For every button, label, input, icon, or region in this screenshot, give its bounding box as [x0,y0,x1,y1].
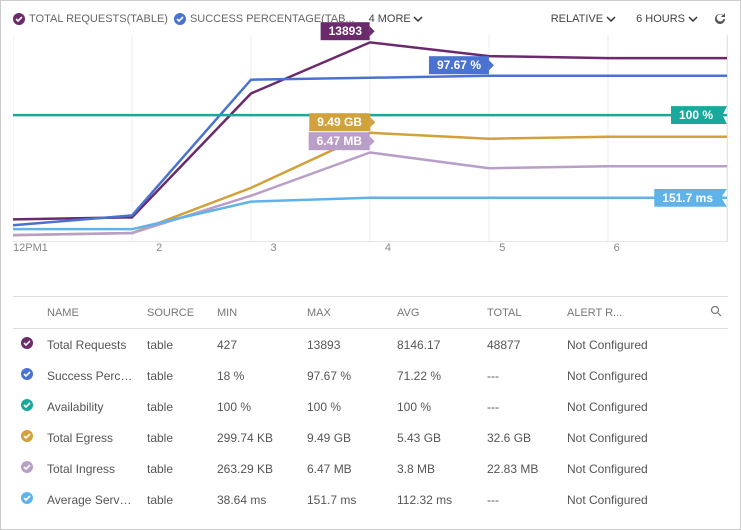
th-total[interactable]: TOTAL [481,297,561,329]
chart-callout: 13893 [321,23,370,41]
cell-source: table [141,422,211,453]
cell-avg: 112.32 ms [391,484,481,515]
cell-alert: Not Configured [561,360,728,391]
cell-name: Average Server... [41,484,141,515]
th-alert[interactable]: ALERT R... [561,297,704,329]
cell-name: Total Egress [41,422,141,453]
chart-callout: 151.7 ms [654,189,727,207]
th-min[interactable]: MIN [211,297,301,329]
timerange-dropdown[interactable]: 6 HOURS [636,13,698,25]
x-tick: 5 [499,242,613,260]
cell-total: --- [481,360,561,391]
cell-total: --- [481,484,561,515]
check-icon [13,13,25,25]
cell-name: Total Requests [41,329,141,361]
cell-avg: 71.22 % [391,360,481,391]
cell-source: table [141,453,211,484]
cell-max: 100 % [301,391,391,422]
cell-max: 6.47 MB [301,453,391,484]
x-tick: 2 [156,242,270,260]
cell-avg: 5.43 GB [391,422,481,453]
legend-label: TOTAL REQUESTS(TABLE) [29,13,168,25]
table-row[interactable]: Availabilitytable100 %100 %100 %---Not C… [13,391,728,422]
cell-min: 100 % [211,391,301,422]
cell-alert: Not Configured [561,484,728,515]
chevron-down-icon [688,14,698,24]
legend-more-label: 4 MORE [369,13,411,25]
cell-total: 22.83 MB [481,453,561,484]
cell-max: 151.7 ms [301,484,391,515]
check-icon [174,13,186,25]
table-row[interactable]: Total Requeststable427138938146.1748877N… [13,329,728,361]
chevron-down-icon [413,14,423,24]
check-icon [21,368,33,380]
x-tick: 12PM [13,242,42,260]
th-source[interactable]: SOURCE [141,297,211,329]
cell-name: Availability [41,391,141,422]
search-button[interactable] [704,297,728,329]
table-row[interactable]: Average Server...table38.64 ms151.7 ms11… [13,484,728,515]
check-icon [21,430,33,442]
timerange-label: 6 HOURS [636,13,685,25]
x-tick: 4 [385,242,499,260]
metrics-table: NAME SOURCE MIN MAX AVG TOTAL ALERT R...… [13,296,728,515]
cell-max: 97.67 % [301,360,391,391]
th-avg[interactable]: AVG [391,297,481,329]
chevron-down-icon [606,14,616,24]
chart-callout: 9.49 GB [309,113,370,131]
check-icon [21,461,33,473]
cell-alert: Not Configured [561,391,728,422]
cell-source: table [141,484,211,515]
cell-min: 263.29 KB [211,453,301,484]
chart-callout: 6.47 MB [309,133,370,151]
cell-alert: Not Configured [561,422,728,453]
cell-total: 32.6 GB [481,422,561,453]
cell-alert: Not Configured [561,329,728,361]
cell-avg: 3.8 MB [391,453,481,484]
cell-name: Total Ingress [41,453,141,484]
table-row[interactable]: Total Ingresstable263.29 KB6.47 MB3.8 MB… [13,453,728,484]
cell-min: 427 [211,329,301,361]
refresh-icon[interactable] [712,11,728,27]
cell-source: table [141,360,211,391]
cell-source: table [141,329,211,361]
cell-total: 48877 [481,329,561,361]
cell-alert: Not Configured [561,453,728,484]
cell-avg: 8146.17 [391,329,481,361]
table-row[interactable]: Success Perce...table18 %97.67 %71.22 %-… [13,360,728,391]
cell-total: --- [481,391,561,422]
metrics-chart[interactable]: 1389397.67 %100 %9.49 GB6.47 MB151.7 ms … [13,35,728,260]
cell-avg: 100 % [391,391,481,422]
x-axis: 12PM123456 [13,242,728,260]
cell-name: Success Perce... [41,360,141,391]
chart-plot-area: 1389397.67 %100 %9.49 GB6.47 MB151.7 ms [13,35,728,242]
check-icon [21,492,33,504]
relative-label: RELATIVE [551,13,603,25]
cell-min: 18 % [211,360,301,391]
check-icon [21,399,33,411]
cell-max: 13893 [301,329,391,361]
x-tick: 3 [271,242,385,260]
table-header-row: NAME SOURCE MIN MAX AVG TOTAL ALERT R... [13,297,728,329]
legend-item-total-requests[interactable]: TOTAL REQUESTS(TABLE) [13,13,168,25]
chart-callout: 100 % [671,106,727,124]
th-max[interactable]: MAX [301,297,391,329]
search-icon [710,305,722,317]
cell-max: 9.49 GB [301,422,391,453]
cell-source: table [141,391,211,422]
check-icon [21,337,33,349]
cell-min: 299.74 KB [211,422,301,453]
chart-callout: 97.67 % [429,56,489,74]
x-tick: 1 [42,242,156,260]
cell-min: 38.64 ms [211,484,301,515]
legend-more-button[interactable]: 4 MORE [369,13,423,25]
relative-dropdown[interactable]: RELATIVE [551,13,616,25]
table-row[interactable]: Total Egresstable299.74 KB9.49 GB5.43 GB… [13,422,728,453]
th-name[interactable]: NAME [41,297,141,329]
x-tick: 6 [614,242,728,260]
